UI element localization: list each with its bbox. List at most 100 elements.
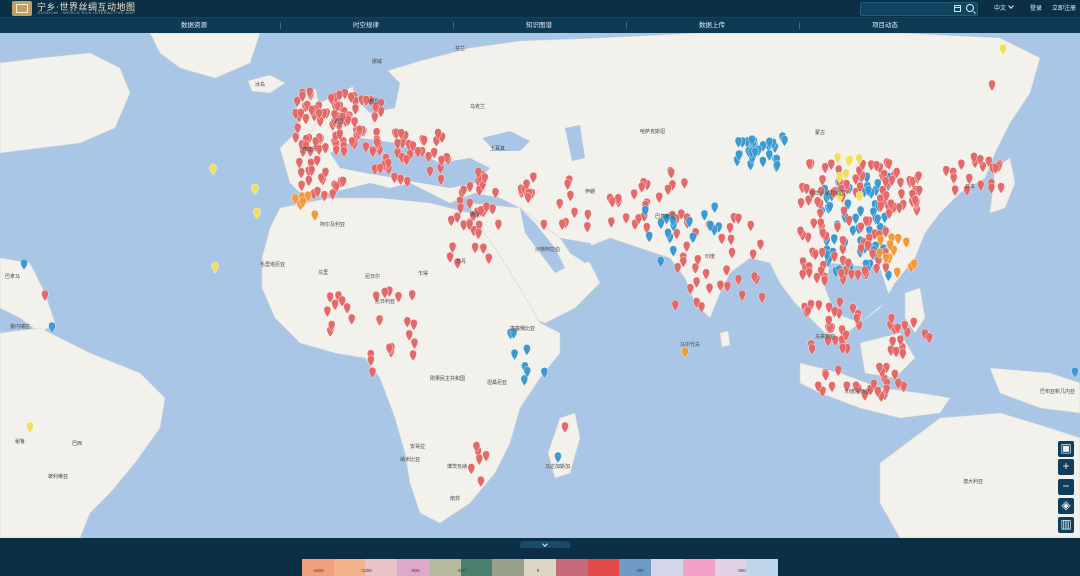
site-subtitle: JIUSHOW · WORLD SILK INTERACTIVE MAP — [37, 10, 136, 15]
map-label-australia: 澳大利亚 — [963, 479, 984, 485]
layers-icon: ◈ — [1061, 498, 1071, 512]
map-label-png: 巴布亚新几内亚 — [1040, 389, 1076, 395]
collapse-toggle[interactable] — [520, 541, 570, 548]
nav-spatiotemporal[interactable]: 时空规律 — [280, 18, 452, 33]
register-link[interactable]: 立即注册 — [1052, 3, 1076, 12]
land-sri-lanka — [719, 330, 731, 348]
nav-project-news[interactable]: 项目动态 — [799, 18, 971, 33]
land-south-america — [0, 327, 166, 538]
map-label-tanzania: 坦桑尼亚 — [487, 380, 508, 386]
map-label-mali: 马里 — [318, 270, 329, 276]
map-label-spain: 西班牙 — [302, 147, 318, 153]
zoom-out-icon: − — [1062, 479, 1070, 493]
language-label: 中文 — [994, 6, 1007, 12]
map-label-finland: 芬兰 — [455, 46, 466, 52]
map-pin[interactable] — [403, 176, 412, 188]
map-label-turkey: 土耳其 — [490, 146, 506, 152]
map-pin[interactable] — [657, 256, 665, 268]
map-label-ukraine: 乌克兰 — [470, 104, 486, 110]
map-label-indonesia: 印度尼西亚 — [845, 389, 871, 395]
map-pin[interactable] — [734, 274, 743, 286]
map-label-algeria: 阿尔及利亚 — [320, 222, 346, 228]
map-label-kazakhstan: 哈萨克斯坦 — [640, 129, 666, 135]
legend-tick-label: 400 — [636, 568, 644, 573]
map-label-mauritania: 毛里塔尼亚 — [260, 262, 286, 268]
map-label-drc: 刚果民主共和国 — [430, 376, 466, 382]
search-icon[interactable] — [966, 4, 974, 12]
land-iceland — [247, 74, 286, 94]
zoom-out-button[interactable]: − — [1058, 479, 1074, 495]
map-label-south-africa: 南非 — [450, 496, 461, 502]
map-label-nigeria: 尼日利亚 — [375, 299, 396, 305]
map-pin[interactable] — [1071, 366, 1079, 379]
map-label-mongolia: 蒙古 — [815, 130, 826, 136]
search-input[interactable] — [860, 2, 978, 16]
chevron-down-icon — [1008, 3, 1014, 9]
map-pin[interactable] — [925, 332, 933, 345]
main-nav: 数据资源 时空规律 知识图谱 数据上传 项目动态 — [0, 18, 1080, 33]
legend-tick-label: -1600 — [312, 568, 324, 573]
login-link[interactable]: 登录 — [1030, 3, 1042, 12]
chart-icon: ▥ — [1060, 517, 1072, 531]
map-pin[interactable] — [977, 180, 985, 192]
map-label-pakistan: 巴基斯坦 — [655, 214, 676, 220]
time-legend-ticks: -1600 -1200 -800 -400 0 400 800 — [302, 568, 778, 576]
language-selector[interactable]: 中文 — [994, 3, 1014, 12]
map-pin[interactable] — [209, 163, 217, 176]
map-label-china: 中华人民共和国 — [810, 191, 846, 197]
layers-button[interactable]: ◈ — [1058, 498, 1074, 514]
zoom-in-icon: + — [1062, 459, 1070, 473]
map-label-niger: 尼日尔 — [365, 274, 381, 280]
chart-button[interactable]: ▥ — [1058, 517, 1074, 533]
legend-tick-label: -800 — [410, 568, 420, 573]
legend-tick-label: 800 — [738, 568, 746, 573]
nav-knowledge-graph[interactable]: 知识图谱 — [453, 18, 625, 33]
zoom-in-button[interactable]: + — [1058, 459, 1074, 475]
map-label-maldives: 马尔代夫 — [680, 342, 701, 348]
map-label-norway: 挪威 — [372, 59, 383, 65]
logo[interactable] — [12, 1, 32, 16]
map-pin[interactable] — [540, 367, 549, 379]
map-pin[interactable] — [681, 346, 689, 359]
map-pin[interactable] — [251, 183, 259, 196]
map-canvas[interactable] — [0, 33, 1080, 538]
map-label-iran: 伊朗 — [585, 189, 596, 195]
map-pin[interactable] — [738, 289, 746, 302]
map-label-germany: 德国 — [368, 99, 379, 105]
nav-data-resources[interactable]: 数据资源 — [108, 18, 280, 33]
map-pin[interactable] — [723, 281, 732, 293]
map-pin[interactable] — [671, 299, 680, 312]
map-pin[interactable] — [808, 343, 816, 356]
map-pin[interactable] — [253, 207, 261, 220]
map-label-india: 印度 — [705, 254, 716, 260]
map-label-malaysia: 马来西亚 — [815, 334, 836, 340]
map-label-brazil: 巴西 — [72, 441, 83, 447]
legend-tick-label: -400 — [456, 568, 466, 573]
map-label-france: 法国 — [333, 119, 344, 125]
map-pin[interactable] — [48, 321, 56, 334]
land-north-america — [0, 52, 131, 154]
info-button[interactable]: ▣ — [1058, 441, 1074, 457]
map-pin[interactable] — [673, 262, 682, 275]
map-label-peru: 秘鲁 — [15, 439, 26, 445]
map-pin[interactable] — [211, 261, 219, 274]
map-pin[interactable] — [838, 343, 847, 355]
info-icon: ▣ — [1060, 441, 1072, 455]
map-label-botswana: 博茨瓦纳 — [447, 464, 468, 470]
map-label-chad: 乍得 — [418, 271, 429, 277]
map-label-egypt: 埃及 — [470, 212, 481, 218]
map-label-panama: 巴拿马 — [5, 274, 21, 280]
legend-tick-label: -1200 — [360, 568, 372, 573]
map-pin[interactable] — [368, 366, 377, 379]
map-label-venezuela: 委内瑞拉 — [10, 324, 31, 330]
nav-data-upload[interactable]: 数据上传 — [626, 18, 798, 33]
map-label-sudan: 苏丹 — [456, 259, 467, 265]
map-label-saudi-arabia: 沙特阿拉伯 — [535, 247, 561, 253]
map-label-bolivia: 玻利维亚 — [48, 474, 69, 480]
land-australia — [879, 412, 1080, 538]
top-bar: 宁乡·世界丝绸互动地图 JIUSHOW · WORLD SILK INTERAC… — [0, 0, 1080, 18]
calendar-icon[interactable] — [954, 5, 961, 12]
world-map[interactable]: 冰岛 挪威 芬兰 德国 法国 西班牙 乌克兰 土耳其 埃及 沙特阿拉伯 伊朗 哈… — [0, 33, 1080, 538]
map-label-iceland: 冰岛 — [255, 82, 266, 88]
map-label-angola: 安哥拉 — [410, 444, 426, 450]
